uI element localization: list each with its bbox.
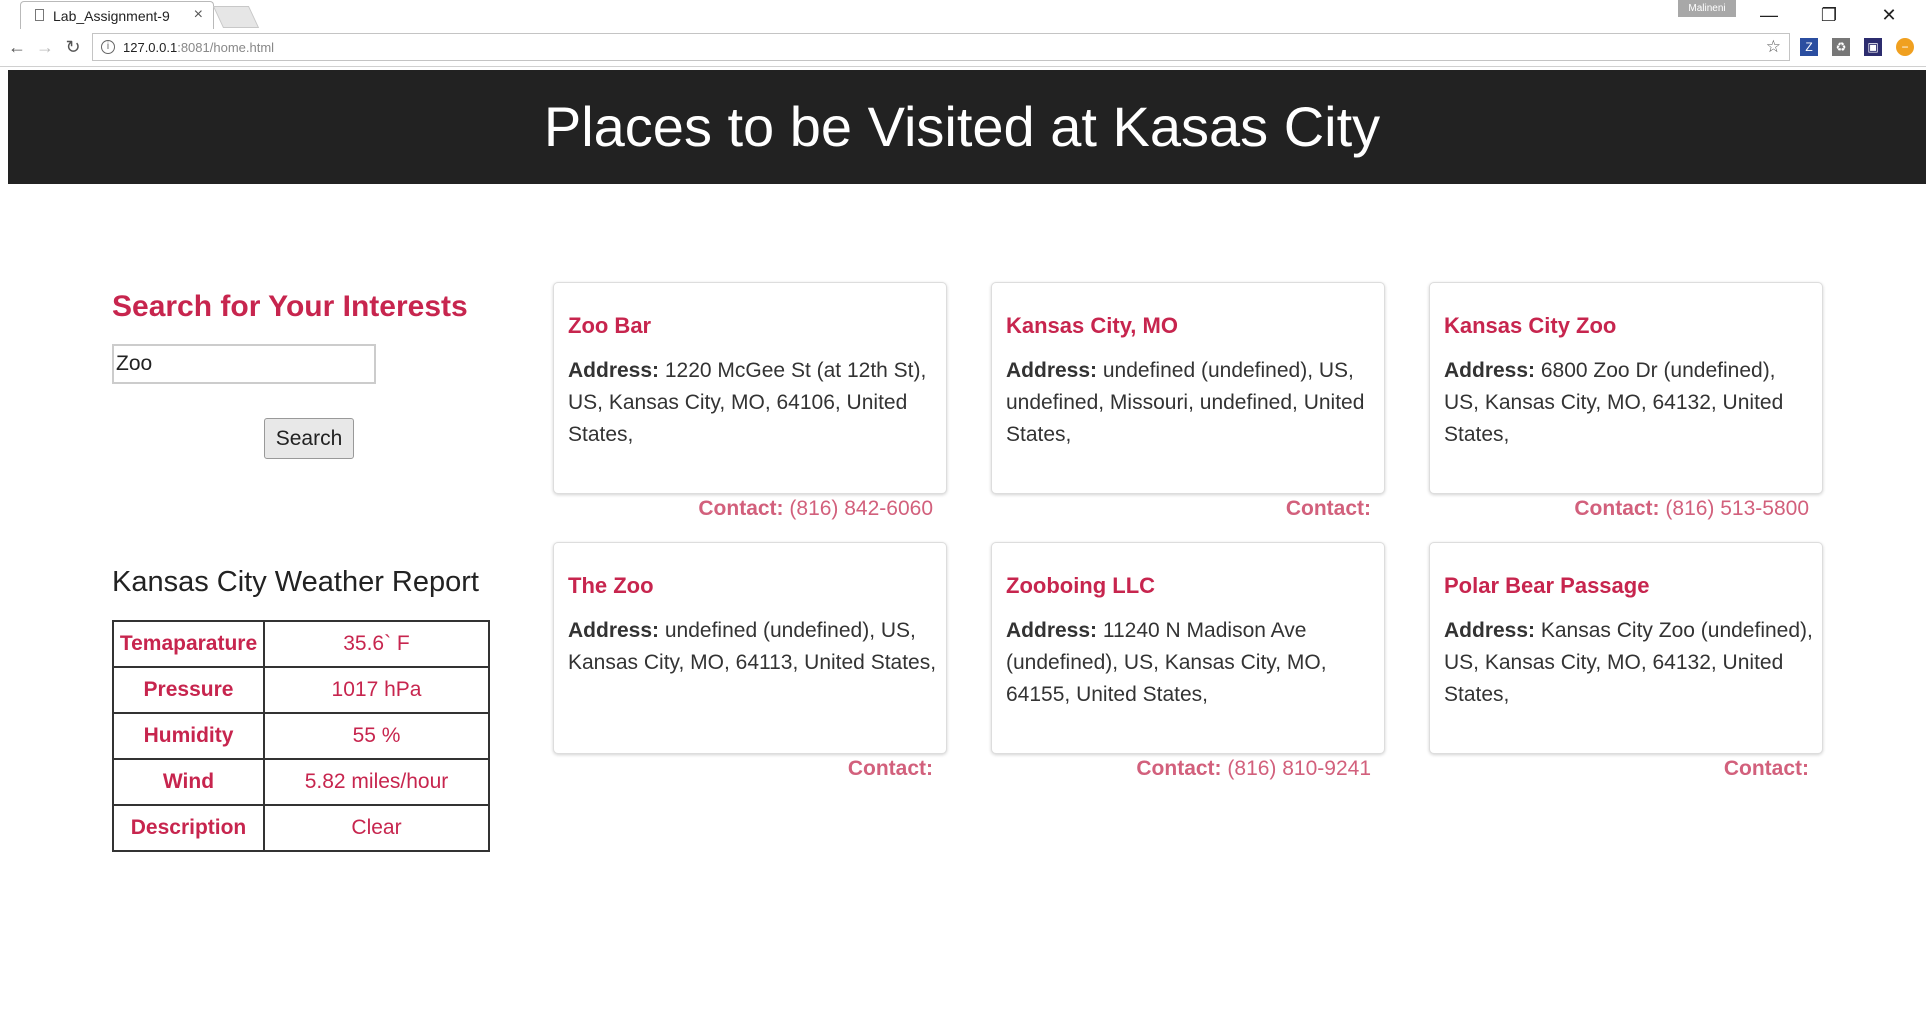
contact-label: Contact:: [1136, 757, 1222, 780]
weather-label: Humidity: [112, 712, 265, 760]
place-contact: Contact: (816) 810-9241: [991, 757, 1371, 781]
minimize-button[interactable]: —: [1746, 2, 1792, 28]
search-input[interactable]: [112, 344, 376, 384]
recycle-extension-icon[interactable]: ♻: [1832, 38, 1850, 56]
page-header: Places to be Visited at Kasas City: [8, 70, 1926, 184]
place-name: The Zoo: [568, 573, 654, 598]
reader-extension-icon[interactable]: ▣: [1864, 38, 1882, 56]
file-icon: [35, 9, 44, 21]
browser-toolbar: ← → ↻ i 127.0.0.1:8081/home.html ☆ Z ♻ ▣ −: [0, 30, 1926, 67]
weather-table: Temaparature 35.6` F Pressure 1017 hPa Humid…: [112, 620, 490, 852]
weather-label: Wind: [112, 758, 265, 806]
profile-badge[interactable]: Malineni: [1678, 0, 1736, 17]
orange-extension-icon[interactable]: −: [1896, 38, 1914, 56]
new-tab-button[interactable]: [212, 6, 260, 28]
page-title: Places to be Visited at Kasas City: [543, 95, 1381, 158]
place-card: Kansas City Zoo Address: 6800 Zoo Dr (und…: [1429, 282, 1823, 494]
place-contact: Contact:: [991, 497, 1371, 521]
place-address: Address: undefined (undefined), US, Kans…: [568, 615, 938, 679]
weather-value: 35.6` F: [263, 620, 490, 668]
place-address: Address: 11240 N Madison Ave (undefined)…: [1006, 615, 1376, 711]
place-card: Kansas City, MO Address: undefined (undef…: [991, 282, 1385, 494]
weather-value: 1017 hPa: [263, 666, 490, 714]
place-card: Zooboing LLC Address: 11240 N Madison Ave…: [991, 542, 1385, 754]
restore-button[interactable]: ❐: [1806, 2, 1852, 28]
browser-tab[interactable]: Lab_Assignment-9 ×: [20, 1, 214, 29]
place-card: Polar Bear Passage Address: Kansas City Z…: [1429, 542, 1823, 754]
place-card: The Zoo Address: undefined (undefined), U…: [553, 542, 947, 754]
search-title: Search for Your Interests: [112, 290, 468, 323]
place-contact: Contact: (816) 842-6060: [553, 497, 933, 521]
tab-title: Lab_Assignment-9: [53, 8, 170, 24]
weather-row: Wind 5.82 miles/hour: [112, 758, 490, 806]
reload-button[interactable]: ↻: [62, 36, 84, 58]
url-host: 127.0.0.1: [123, 40, 178, 55]
address-label: Address:: [1444, 619, 1536, 642]
contact-phone: (816) 513-5800: [1665, 497, 1809, 520]
weather-row: Description Clear: [112, 804, 490, 852]
place-address: Address: undefined (undefined), US, unde…: [1006, 355, 1376, 451]
place-name: Zooboing LLC: [1006, 573, 1156, 598]
place-contact: Contact:: [1429, 757, 1809, 781]
weather-label: Description: [112, 804, 265, 852]
tab-close-icon[interactable]: ×: [194, 6, 203, 24]
weather-value: Clear: [263, 804, 490, 852]
address-label: Address:: [1006, 359, 1098, 382]
contact-phone: (816) 810-9241: [1227, 757, 1371, 780]
contact-label: Contact:: [847, 757, 933, 780]
contact-label: Contact:: [1285, 497, 1371, 520]
weather-label: Pressure: [112, 666, 265, 714]
info-icon[interactable]: i: [101, 40, 115, 54]
place-name: Polar Bear Passage: [1444, 573, 1650, 598]
place-address: Address: 1220 McGee St (at 12th St), US,…: [568, 355, 938, 451]
weather-row: Temaparature 35.6` F: [112, 620, 490, 668]
contact-label: Contact:: [1723, 757, 1809, 780]
place-name: Kansas City, MO: [1006, 313, 1178, 338]
place-address: Address: 6800 Zoo Dr (undefined), US, Ka…: [1444, 355, 1814, 451]
place-contact: Contact:: [553, 757, 933, 781]
place-contact: Contact: (816) 513-5800: [1429, 497, 1809, 521]
tab-strip: Lab_Assignment-9 × Malineni — ❐ ✕: [0, 0, 1926, 30]
address-label: Address:: [568, 359, 660, 382]
weather-value: 5.82 miles/hour: [263, 758, 490, 806]
place-address: Address: Kansas City Zoo (undefined), US…: [1444, 615, 1814, 711]
contact-label: Contact:: [698, 497, 784, 520]
weather-title: Kansas City Weather Report: [112, 566, 479, 598]
close-window-button[interactable]: ✕: [1866, 2, 1912, 28]
bookmark-star-icon[interactable]: ☆: [1766, 37, 1781, 57]
contact-label: Contact:: [1574, 497, 1660, 520]
weather-row: Humidity 55 %: [112, 712, 490, 760]
address-label: Address:: [1006, 619, 1098, 642]
place-card: Zoo Bar Address: 1220 McGee St (at 12th S…: [553, 282, 947, 494]
address-label: Address:: [568, 619, 660, 642]
weather-value: 55 %: [263, 712, 490, 760]
search-button[interactable]: Search: [264, 418, 354, 459]
address-bar[interactable]: i 127.0.0.1:8081/home.html ☆: [92, 33, 1790, 61]
weather-row: Pressure 1017 hPa: [112, 666, 490, 714]
address-label: Address:: [1444, 359, 1536, 382]
place-name: Kansas City Zoo: [1444, 313, 1617, 338]
contact-phone: (816) 842-6060: [789, 497, 933, 520]
z-extension-icon[interactable]: Z: [1800, 38, 1818, 56]
url-text: 127.0.0.1:8081/home.html: [123, 40, 274, 55]
weather-label: Temaparature: [112, 620, 265, 668]
back-button[interactable]: ←: [6, 36, 28, 58]
forward-button[interactable]: →: [34, 36, 56, 58]
url-path: :8081/home.html: [177, 40, 275, 55]
place-name: Zoo Bar: [568, 313, 652, 338]
